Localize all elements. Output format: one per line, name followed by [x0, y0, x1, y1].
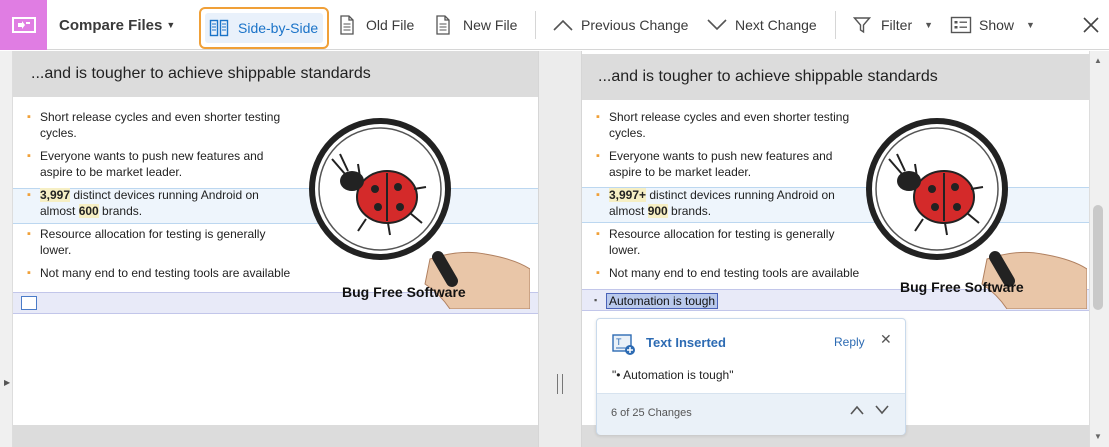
chevron-down-icon[interactable]: [874, 403, 890, 419]
close-icon[interactable]: ✕: [880, 331, 892, 348]
dropdown-caret-icon: ▼: [166, 20, 176, 30]
filter-icon: [853, 16, 871, 34]
popup-change-text: "• Automation is tough": [612, 368, 734, 382]
new-file-button[interactable]: New File: [435, 0, 517, 50]
slide-heading: ...and is tougher to achieve shippable s…: [13, 51, 538, 97]
splitter-handle[interactable]: [557, 374, 563, 394]
show-label: Show: [979, 17, 1015, 33]
previous-change-button[interactable]: Previous Change: [552, 0, 688, 50]
list-item: ▪ Everyone wants to push new features and…: [596, 149, 833, 179]
side-by-side-icon: [209, 18, 229, 38]
previous-change-label: Previous Change: [581, 17, 689, 33]
list-item: ▪ 3,997+ distinct devices running Android…: [596, 188, 835, 218]
close-icon: [1082, 16, 1100, 34]
document-icon: [435, 15, 451, 35]
image-caption: Bug Free Software: [342, 284, 466, 300]
popup-footer: 6 of 25 Changes: [597, 393, 905, 435]
toolbar-divider: [835, 11, 836, 39]
slide-footer: [13, 425, 538, 447]
scroll-up-arrow-icon[interactable]: ▲: [1094, 56, 1102, 65]
compare-app-icon[interactable]: [0, 0, 47, 50]
svg-text:T: T: [616, 337, 622, 347]
change-counter: 6 of 25 Changes: [611, 407, 692, 419]
bullet-list: ▪ Short release cycles and even shorter t…: [596, 109, 866, 288]
list-item: ▪ Not many end to end testing tools are a…: [27, 266, 291, 280]
compare-files-menu[interactable]: Compare Files ▼: [59, 0, 175, 50]
left-gutter: [0, 51, 13, 447]
image-caption: Bug Free Software: [900, 279, 1024, 295]
old-file-pane: ...and is tougher to achieve shippable s…: [13, 51, 538, 447]
list-item: ▪ Short release cycles and even shorter t…: [27, 110, 281, 140]
chevron-down-icon: [706, 18, 728, 32]
text-inserted-icon: T: [612, 334, 636, 361]
list-item: ▪ Resource allocation for testing is gene…: [596, 227, 835, 257]
filter-label: Filter: [881, 17, 913, 33]
filter-button[interactable]: Filter ▼: [853, 0, 933, 50]
chevron-up-icon: [552, 18, 574, 32]
inserted-text[interactable]: Automation is tough: [606, 293, 719, 309]
change-details-popup: T Text Inserted Reply ✕ "• Automation is…: [596, 318, 906, 435]
compare-files-label: Compare Files: [59, 16, 163, 34]
list-item: ▪ Short release cycles and even shorter t…: [596, 110, 850, 140]
document-icon: [339, 15, 355, 35]
expand-panel-arrow-icon[interactable]: ▶: [4, 378, 10, 387]
old-file-button[interactable]: Old File: [339, 0, 414, 50]
list-item: ▪ 3,997 distinct devices running Android …: [27, 188, 259, 218]
next-change-label: Next Change: [735, 17, 817, 33]
list-icon: [950, 16, 972, 34]
slide-heading: ...and is tougher to achieve shippable s…: [582, 54, 1089, 100]
new-file-label: New File: [463, 17, 518, 33]
list-item: ▪ Resource allocation for testing is gene…: [27, 227, 266, 257]
list-item: ▪ Everyone wants to push new features and…: [27, 149, 264, 179]
reply-link[interactable]: Reply: [834, 335, 865, 349]
insertion-marker-icon[interactable]: [21, 296, 37, 310]
bullet-marker-icon: ▪: [594, 295, 598, 305]
toolbar: Compare Files ▼ Side-by-Side Old File Ne…: [0, 0, 1109, 50]
scrollbar-thumb[interactable]: [1093, 205, 1103, 310]
bullet-list: ▪ Short release cycles and even shorter t…: [27, 109, 297, 288]
close-compare-button[interactable]: [1082, 0, 1100, 50]
old-file-label: Old File: [366, 17, 415, 33]
chevron-up-icon[interactable]: [849, 403, 865, 419]
next-change-button[interactable]: Next Change: [706, 0, 817, 50]
side-by-side-label: Side-by-Side: [238, 20, 319, 36]
dropdown-caret-icon: ▼: [1026, 20, 1035, 30]
toolbar-divider: [535, 11, 536, 39]
popup-title: Text Inserted: [646, 335, 726, 350]
side-by-side-button[interactable]: Side-by-Side: [199, 7, 329, 49]
scroll-down-arrow-icon[interactable]: ▼: [1094, 432, 1102, 441]
magnifier-bug-image: [309, 118, 530, 309]
list-item: ▪ Not many end to end testing tools are a…: [596, 266, 860, 280]
show-button[interactable]: Show ▼: [950, 0, 1035, 50]
dropdown-caret-icon: ▼: [924, 20, 934, 30]
